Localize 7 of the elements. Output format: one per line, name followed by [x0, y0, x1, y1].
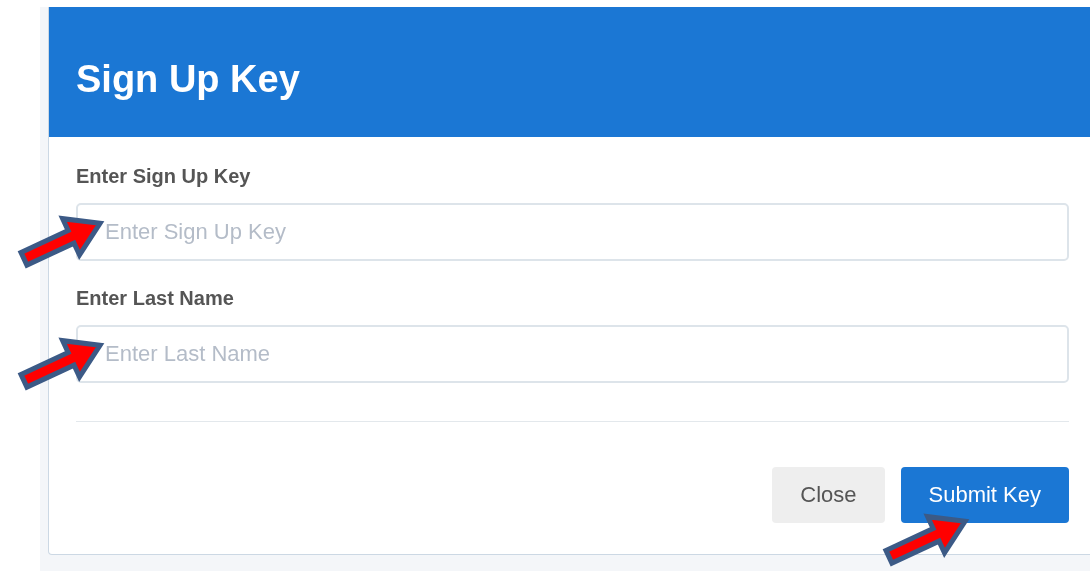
- input-field[interactable]: Enter Sign Up Key: [76, 203, 1069, 261]
- field-label: Enter Sign Up Key: [76, 165, 252, 188]
- input-field[interactable]: Enter Last Name: [76, 325, 1069, 383]
- submit-button[interactable]: Submit Key: [900, 467, 1069, 523]
- field-label: Enter Last Name: [76, 287, 235, 310]
- close-button[interactable]: Close: [772, 467, 885, 523]
- dialog-title: Sign Up Key: [76, 57, 300, 101]
